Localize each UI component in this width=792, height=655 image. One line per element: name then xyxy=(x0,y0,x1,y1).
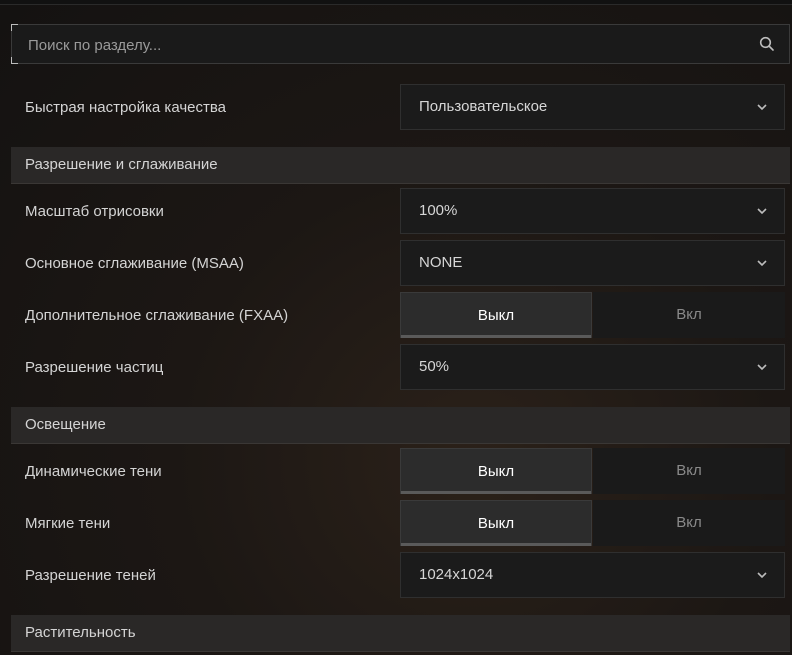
toggle-on-button[interactable]: Вкл xyxy=(593,500,785,546)
setting-label: Разрешение теней xyxy=(25,567,156,584)
section-header-resolution: Разрешение и сглаживание xyxy=(11,147,790,184)
section-title: Освещение xyxy=(25,416,106,433)
section-title: Растительность xyxy=(25,624,136,641)
setting-label: Динамические тени xyxy=(25,463,162,480)
dropdown-value: 1024x1024 xyxy=(419,566,494,583)
dropdown-value: 100% xyxy=(419,202,458,219)
dynamic-shadows-toggle[interactable]: Выкл Вкл xyxy=(400,448,785,494)
chevron-down-icon xyxy=(757,104,767,111)
shadow-resolution-dropdown[interactable]: 1024x1024 xyxy=(400,552,785,598)
setting-label: Разрешение частиц xyxy=(25,359,164,376)
toggle-off-button[interactable]: Выкл xyxy=(400,500,592,546)
render-scale-dropdown[interactable]: 100% xyxy=(400,188,785,234)
msaa-dropdown[interactable]: NONE xyxy=(400,240,785,286)
chevron-down-icon xyxy=(757,572,767,579)
fxaa-toggle[interactable]: Выкл Вкл xyxy=(400,292,785,338)
setting-row-soft-shadows: Мягкие тени Выкл Вкл xyxy=(11,500,787,548)
setting-row-render-scale: Масштаб отрисовки 100% xyxy=(11,188,787,236)
toggle-on-button[interactable]: Вкл xyxy=(593,292,785,338)
chevron-down-icon xyxy=(757,260,767,267)
top-divider xyxy=(0,0,792,5)
dropdown-value: NONE xyxy=(419,254,463,271)
setting-row-fxaa: Дополнительное сглаживание (FXAA) Выкл В… xyxy=(11,292,787,340)
toggle-off-button[interactable]: Выкл xyxy=(400,448,592,494)
setting-label: Масштаб отрисовки xyxy=(25,203,164,220)
section-header-lighting: Освещение xyxy=(11,407,790,444)
section-header-vegetation: Растительность xyxy=(11,615,790,652)
setting-row-msaa: Основное сглаживание (MSAA) NONE xyxy=(11,240,787,288)
setting-row-particles: Разрешение частиц 50% xyxy=(11,344,787,392)
setting-row-quality: Быстрая настройка качества Пользовательс… xyxy=(11,84,787,132)
setting-label: Основное сглаживание (MSAA) xyxy=(25,255,244,272)
particles-dropdown[interactable]: 50% xyxy=(400,344,785,390)
search-input[interactable] xyxy=(26,25,750,65)
chevron-down-icon xyxy=(757,208,767,215)
dropdown-value: Пользовательское xyxy=(419,98,548,115)
setting-label: Быстрая настройка качества xyxy=(25,99,227,116)
dropdown-value: 50% xyxy=(419,358,450,375)
setting-row-dynamic-shadows: Динамические тени Выкл Вкл xyxy=(11,448,787,496)
toggle-on-button[interactable]: Вкл xyxy=(593,448,785,494)
soft-shadows-toggle[interactable]: Выкл Вкл xyxy=(400,500,785,546)
toggle-off-button[interactable]: Выкл xyxy=(400,292,592,338)
search-icon[interactable] xyxy=(759,36,775,52)
search-box[interactable] xyxy=(11,24,790,65)
chevron-down-icon xyxy=(757,364,767,371)
setting-label: Дополнительное сглаживание (FXAA) xyxy=(25,307,289,324)
section-title: Разрешение и сглаживание xyxy=(25,156,218,173)
setting-label: Мягкие тени xyxy=(25,515,111,532)
quality-dropdown[interactable]: Пользовательское xyxy=(400,84,785,130)
setting-row-shadow-resolution: Разрешение теней 1024x1024 xyxy=(11,552,787,600)
